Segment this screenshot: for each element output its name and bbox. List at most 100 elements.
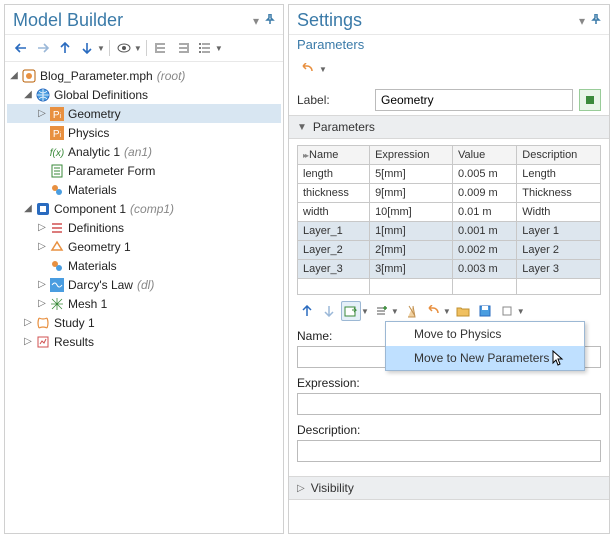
tree-parameter-form[interactable]: Parameter Form: [7, 161, 281, 180]
add-button[interactable]: [371, 301, 391, 321]
settings-panel: Settings ▾ Parameters ▼ Label: ▼ Paramet…: [288, 4, 610, 534]
darcy-icon: [49, 277, 65, 293]
function-icon: f(x): [49, 144, 65, 160]
list-button[interactable]: [195, 38, 215, 58]
tree-analytic[interactable]: f(x) Analytic 1 (an1): [7, 142, 281, 161]
model-builder-panel: Model Builder ▾ ▼ ▼ ▼ ◢ Blog_Parameter.m…: [4, 4, 284, 534]
geometry-icon: [49, 239, 65, 255]
minimize-icon[interactable]: ▾: [253, 14, 259, 28]
col-description[interactable]: Description: [517, 146, 601, 165]
table-row[interactable]: Layer_11[mm]0.001 mLayer 1: [298, 222, 601, 241]
tree-definitions[interactable]: ▷ Definitions: [7, 218, 281, 237]
clear-button[interactable]: [401, 301, 421, 321]
model-builder-title-bar: Model Builder ▾: [5, 5, 283, 35]
tree-results[interactable]: ▷ Results: [7, 332, 281, 351]
root-icon: [21, 68, 37, 84]
tree-geometry-params[interactable]: ▷ Pi Geometry: [7, 104, 281, 123]
minimize-icon[interactable]: ▾: [579, 14, 585, 28]
expression-field-block: Expression:: [289, 374, 609, 421]
col-expression[interactable]: Expression: [370, 146, 453, 165]
caret-icon[interactable]: ▼: [134, 44, 142, 53]
tree-study[interactable]: ▷ Study 1: [7, 313, 281, 332]
undo-button[interactable]: [297, 59, 317, 79]
forward-button[interactable]: [33, 38, 53, 58]
down-button[interactable]: [77, 38, 97, 58]
go-button[interactable]: [579, 89, 601, 111]
show-eye-button[interactable]: [114, 38, 134, 58]
description-field-block: Description:: [289, 421, 609, 468]
tree-geometry1[interactable]: ▷ Geometry 1: [7, 237, 281, 256]
collapse-button[interactable]: [151, 38, 171, 58]
expression-label: Expression:: [297, 376, 601, 390]
tree-global-definitions[interactable]: ◢ Global Definitions: [7, 85, 281, 104]
study-icon: [35, 315, 51, 331]
pin-icon[interactable]: [265, 14, 275, 28]
caret-icon[interactable]: ▼: [361, 307, 369, 316]
save-button[interactable]: [475, 301, 495, 321]
table-row[interactable]: length5[mm]0.005 mLength: [298, 165, 601, 184]
table-row[interactable]: Layer_22[mm]0.002 mLayer 2: [298, 241, 601, 260]
open-button[interactable]: [453, 301, 473, 321]
label-row: Label:: [289, 85, 609, 115]
parameters-section-header[interactable]: ▼ Parameters: [289, 115, 609, 139]
move-up-button[interactable]: [297, 301, 317, 321]
model-builder-title: Model Builder: [13, 10, 253, 31]
description-label: Description:: [297, 423, 601, 437]
tree-materials[interactable]: Materials: [7, 180, 281, 199]
pin-icon[interactable]: [591, 14, 601, 28]
caret-icon[interactable]: ▼: [391, 307, 399, 316]
model-tree[interactable]: ◢ Blog_Parameter.mph (root) ◢ Global Def…: [5, 62, 283, 533]
table-row[interactable]: thickness9[mm]0.009 mThickness: [298, 184, 601, 203]
tree-mesh[interactable]: ▷ Mesh 1: [7, 294, 281, 313]
table-row[interactable]: Layer_33[mm]0.003 mLayer 3: [298, 260, 601, 279]
table-row-empty[interactable]: [298, 279, 601, 295]
caret-icon[interactable]: ▼: [215, 44, 223, 53]
globe-icon: [35, 87, 51, 103]
description-input[interactable]: [297, 440, 601, 462]
tree-materials1[interactable]: Materials: [7, 256, 281, 275]
move-to-button[interactable]: [341, 301, 361, 321]
settings-toolbar: ▼: [289, 56, 609, 85]
tree-component[interactable]: ◢ Component 1 (comp1): [7, 199, 281, 218]
visibility-section-header[interactable]: ▷ Visibility: [289, 476, 609, 500]
back-button[interactable]: [11, 38, 31, 58]
label-input[interactable]: [375, 89, 573, 111]
settings-title-bar: Settings ▾: [289, 5, 609, 35]
svg-text:f(x): f(x): [50, 148, 64, 159]
parameters-table[interactable]: Name Expression Value Description length…: [297, 145, 601, 295]
tree-physics-params[interactable]: Pi Physics: [7, 123, 281, 142]
cursor-icon: [552, 350, 566, 368]
more-button[interactable]: [497, 301, 517, 321]
label-label: Label:: [297, 93, 369, 107]
up-button[interactable]: [55, 38, 75, 58]
undo-button[interactable]: [423, 301, 443, 321]
settings-subtitle: Parameters: [289, 35, 609, 56]
materials-icon: [49, 258, 65, 274]
collapse-arrow-icon: ▼: [297, 122, 307, 133]
menu-move-to-physics[interactable]: Move to Physics: [386, 322, 584, 346]
pi-icon: Pi: [49, 106, 65, 122]
results-icon: [35, 334, 51, 350]
component-icon: [35, 201, 51, 217]
tree-root[interactable]: ◢ Blog_Parameter.mph (root): [7, 66, 281, 85]
caret-icon[interactable]: ▼: [319, 65, 327, 74]
move-down-button[interactable]: [319, 301, 339, 321]
model-builder-toolbar: ▼ ▼ ▼: [5, 35, 283, 62]
table-toolbar: ▼ ▼ ▼ ▼ Move to Physics Move to New Para…: [289, 299, 609, 327]
expand-arrow-icon: ▷: [297, 483, 305, 494]
expression-input[interactable]: [297, 393, 601, 415]
definitions-icon: [49, 220, 65, 236]
tree-darcy[interactable]: ▷ Darcy's Law (dl): [7, 275, 281, 294]
pi-icon: Pi: [49, 125, 65, 141]
mesh-icon: [49, 296, 65, 312]
settings-title: Settings: [297, 10, 579, 31]
menu-move-to-new-parameters[interactable]: Move to New Parameters: [386, 346, 584, 370]
table-row[interactable]: width10[mm]0.01 mWidth: [298, 203, 601, 222]
col-name[interactable]: Name: [298, 146, 370, 165]
caret-icon[interactable]: ▼: [97, 44, 105, 53]
caret-icon[interactable]: ▼: [517, 307, 525, 316]
caret-icon[interactable]: ▼: [443, 307, 451, 316]
col-value[interactable]: Value: [452, 146, 516, 165]
expand-button[interactable]: [173, 38, 193, 58]
form-icon: [49, 163, 65, 179]
